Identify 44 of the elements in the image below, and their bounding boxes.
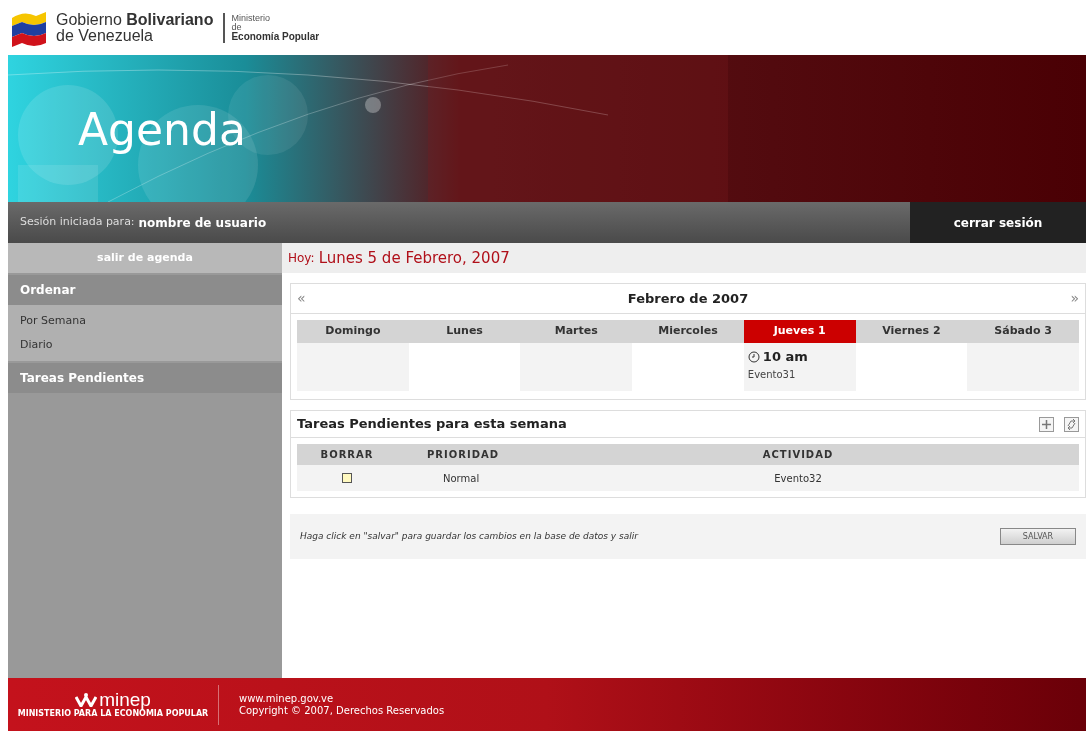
footer-logo: minep [99, 690, 151, 709]
logo-text: Gobierno Bolivariano [56, 11, 214, 28]
sidebar-link[interactable]: Por Semana [8, 309, 282, 333]
day-header[interactable]: Domingo [297, 320, 409, 343]
month-title: Febrero de 2007 [626, 289, 750, 308]
footer-copyright: Copyright © 2007, Derechos Reservados [239, 704, 445, 717]
table-cell: Normal [397, 465, 517, 491]
logout-link[interactable]: cerrar sesión [910, 202, 1086, 243]
save-button[interactable]: SALVAR [1000, 528, 1076, 545]
tasks-title: Tareas Pendientes para esta semana [297, 415, 568, 434]
save-hint: Haga click en "salvar" para guardar los cambios en la base de datos y salir [300, 529, 640, 543]
section-header: Ordenar [8, 275, 282, 305]
day-header[interactable]: Viernes 2 [855, 320, 968, 343]
banner-title: Agenda [78, 105, 246, 155]
ministry-text: de [231, 23, 243, 32]
clock-icon [747, 350, 760, 363]
add-icon[interactable] [1039, 416, 1054, 432]
footer-url: www.minep.gov.ve [239, 692, 335, 705]
event-time: 10 am [762, 348, 808, 366]
column-header: PRIORIDAD [397, 444, 517, 465]
logo-icon [75, 692, 98, 707]
day-header[interactable]: Lunes [408, 320, 521, 343]
day-header[interactable]: Martes [520, 320, 633, 343]
section-header: Tareas Pendientes [8, 363, 282, 393]
day-header[interactable]: Sábado 3 [967, 320, 1079, 343]
ministry-text: Economía Popular [231, 32, 320, 41]
delete-checkbox[interactable] [342, 473, 352, 483]
session-label: Sesión iniciada para: [20, 214, 135, 231]
swap-icon[interactable] [1064, 416, 1079, 432]
sidebar-link[interactable]: Diario [8, 333, 282, 357]
today-label: Hoy: [288, 250, 315, 267]
next-link[interactable]: » [1070, 288, 1079, 309]
column-header: ACTIVIDAD [517, 444, 1079, 465]
today-date: Lunes 5 de Febrero, 2007 [318, 247, 510, 269]
event-name: Evento31 [747, 367, 797, 382]
user-name: nombre de usuario [138, 214, 267, 232]
table-cell: Evento32 [517, 465, 1079, 491]
ministry-text: Ministerio [231, 14, 271, 23]
column-header: BORRAR [297, 444, 397, 465]
logo-text: de Venezuela [56, 27, 154, 44]
footer-logo-tagline: MINISTERIO PARA LA ECONOMIA POPULAR [17, 708, 209, 719]
day-header[interactable]: Jueves 1 [743, 320, 856, 343]
day-header[interactable]: Miercoles [632, 320, 744, 343]
prev-link[interactable]: « [297, 288, 306, 309]
